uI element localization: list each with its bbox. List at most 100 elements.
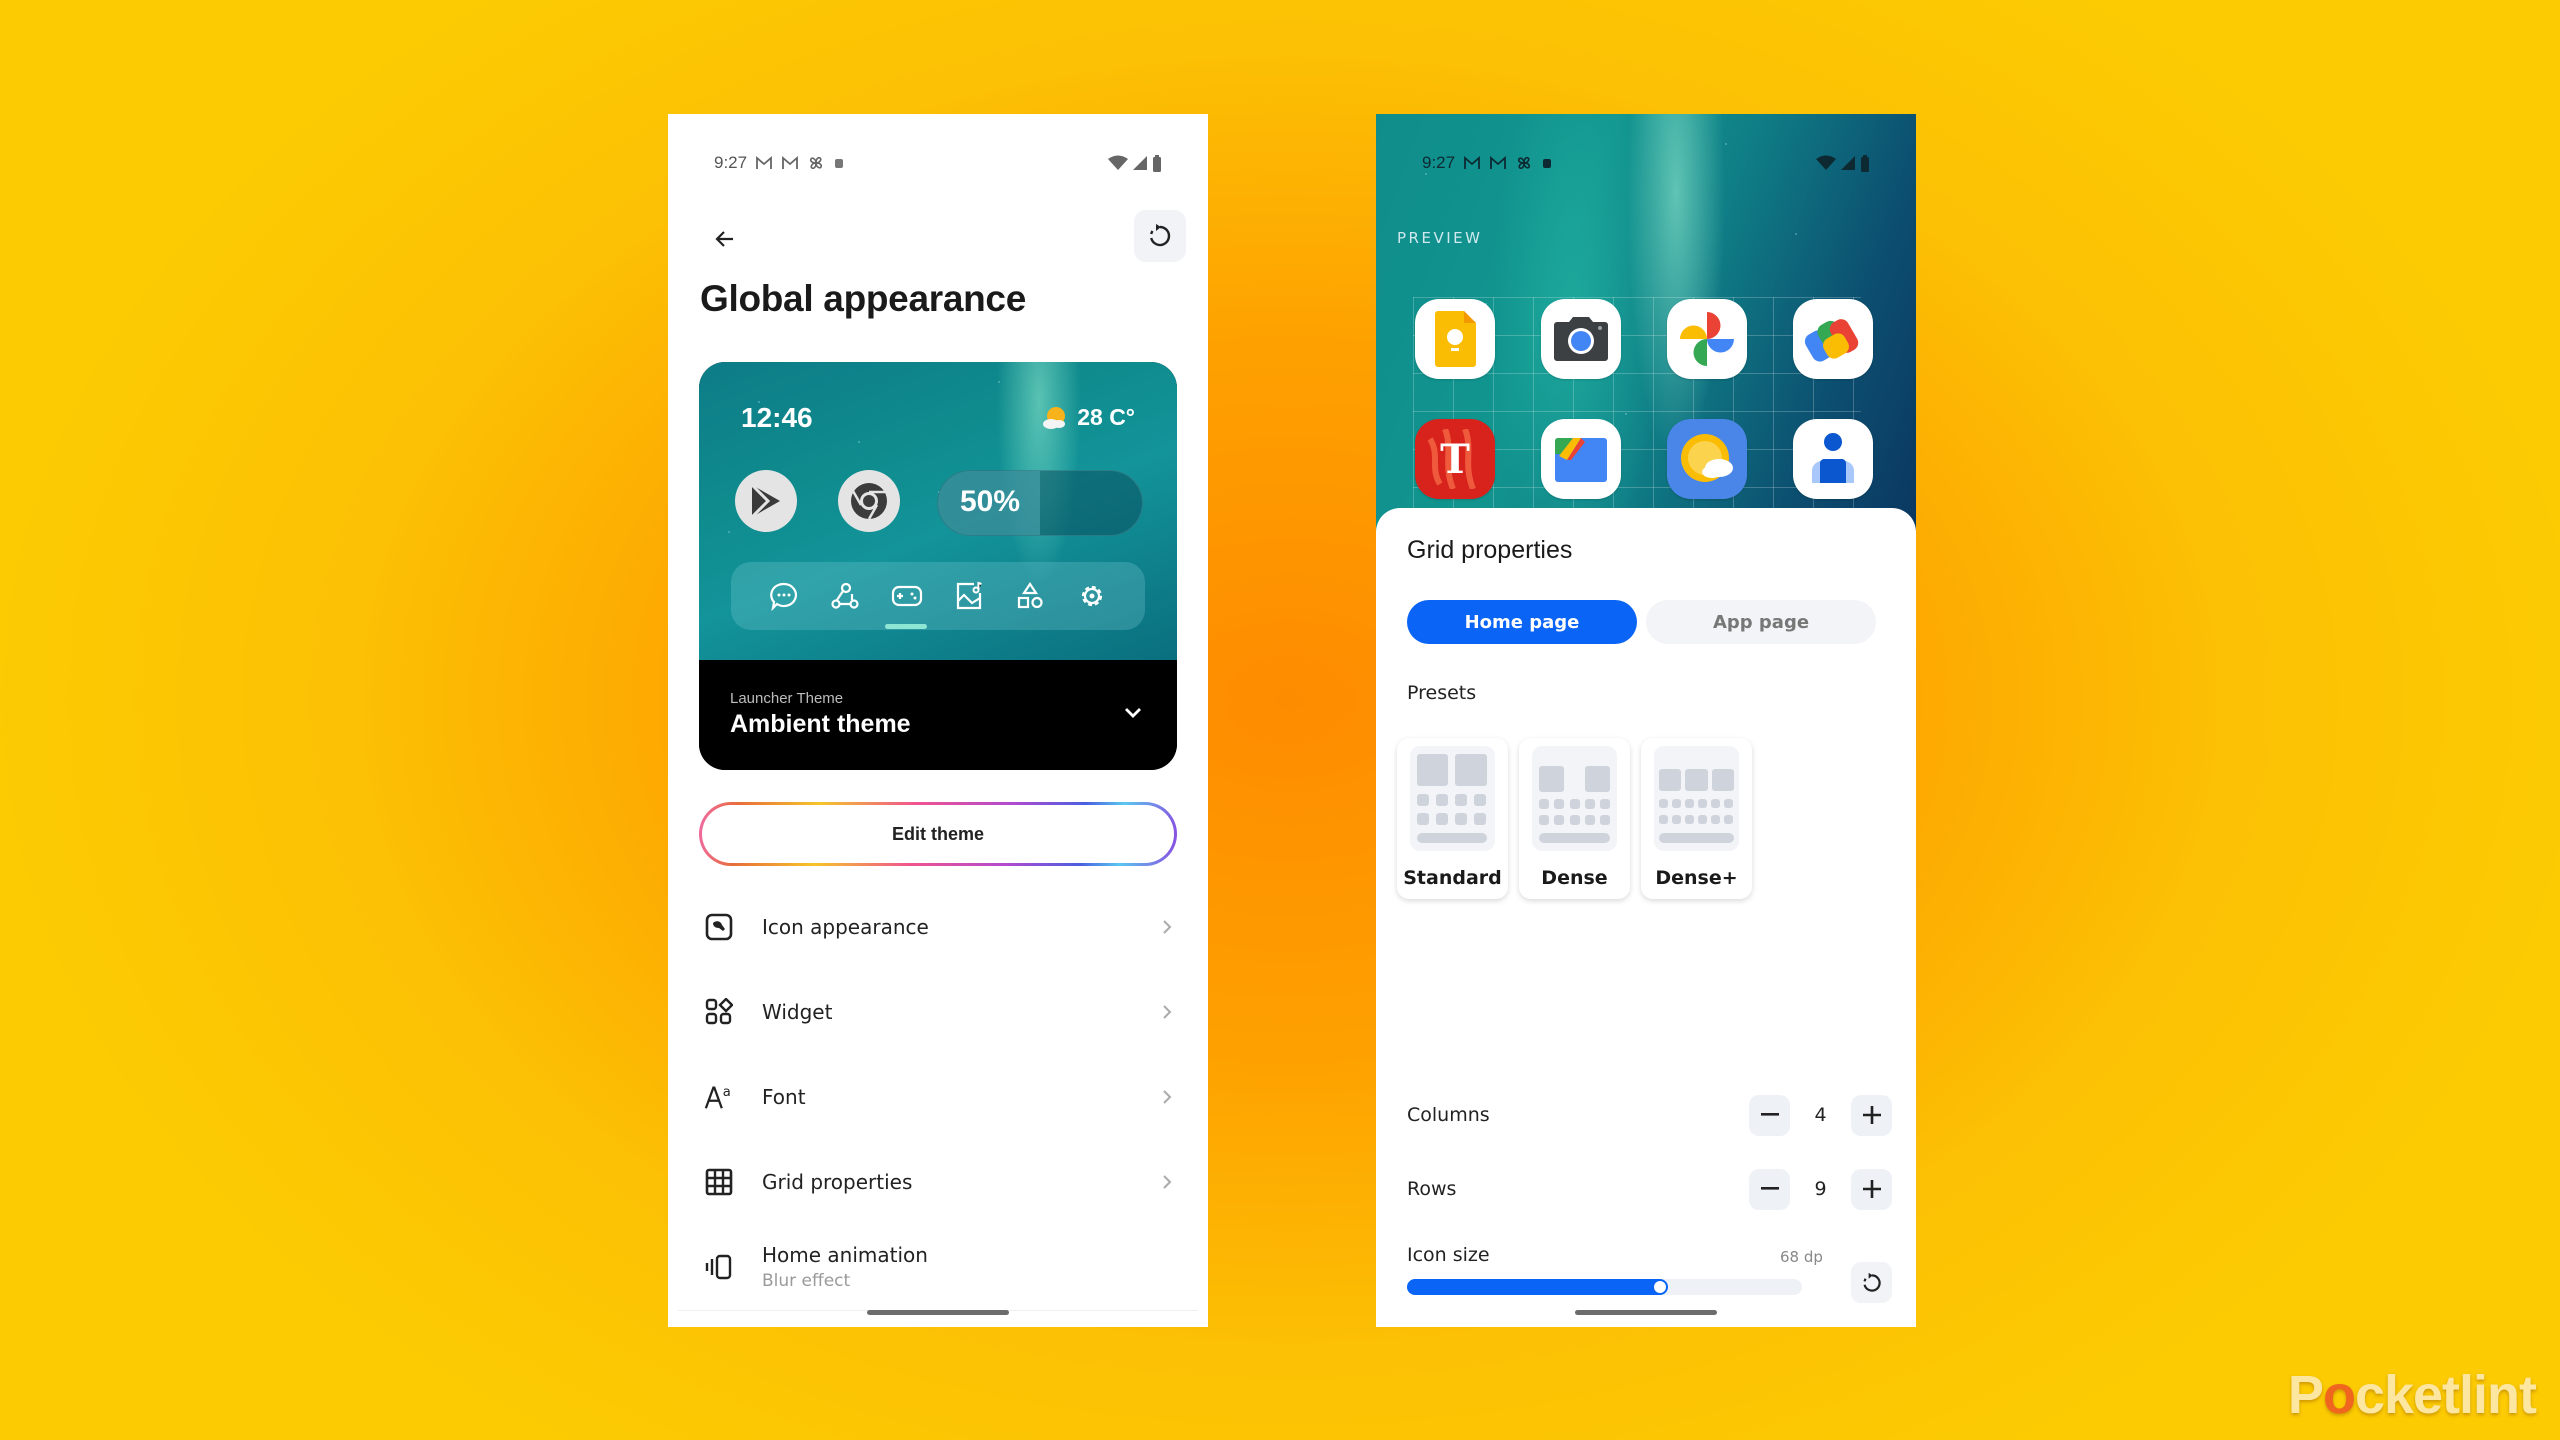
tab-app-page[interactable]: App page [1646, 600, 1876, 644]
svg-text:T: T [1440, 436, 1470, 483]
gamepad-icon [892, 585, 923, 607]
play-store-app[interactable] [735, 470, 797, 532]
svg-text:a: a [723, 1085, 731, 1100]
launcher-theme-value: Ambient theme [730, 710, 911, 738]
play-store-icon [750, 483, 780, 519]
battery-widget: 50% [937, 470, 1143, 536]
files-icon [1555, 438, 1607, 482]
app-weather[interactable] [1667, 419, 1747, 499]
minus-icon [1760, 1187, 1779, 1190]
watermark-suffix: cketlint [2354, 1365, 2537, 1425]
wifi-icon [1108, 155, 1128, 170]
dock-active-indicator [885, 624, 927, 629]
preview-weather: 28 C° [1041, 404, 1135, 431]
camera-icon [1554, 317, 1608, 361]
theme-preview: 12:46 28 C° 50% [699, 362, 1177, 660]
gmail-icon [1490, 156, 1506, 169]
presets-label: Presets [1407, 682, 1477, 704]
wallet-icon [1804, 319, 1859, 362]
slider-fill [1407, 1279, 1668, 1295]
dock-gallery[interactable] [951, 578, 987, 614]
chrome-icon [851, 483, 887, 520]
chevron-right-icon [1163, 919, 1172, 934]
edit-theme-button[interactable]: Edit theme [699, 802, 1177, 866]
rows-row: Rows 9 [1407, 1167, 1892, 1211]
connections-icon [831, 582, 860, 609]
chevron-down-icon [1125, 708, 1141, 718]
chat-icon [769, 582, 797, 611]
status-bar: 9:27 [714, 146, 1162, 180]
launcher-theme-dropdown[interactable]: Launcher Theme Ambient theme [699, 660, 1177, 770]
menu-item-label: Icon appearance [762, 914, 929, 939]
preview-clock: 12:46 [741, 402, 813, 433]
font-icon: a [704, 1085, 731, 1109]
menu-item-widget[interactable]: Widget [668, 969, 1208, 1054]
icon-size-slider[interactable] [1407, 1279, 1802, 1295]
columns-label: Columns [1407, 1104, 1490, 1126]
menu-item-home-animation[interactable]: Home animation Blur effect [668, 1224, 1208, 1309]
app-contacts[interactable] [1793, 419, 1873, 499]
home-indicator[interactable] [867, 1310, 1009, 1315]
battery-icon [1153, 154, 1161, 172]
app-wallet[interactable] [1793, 299, 1873, 379]
preset-thumbnail [1410, 746, 1495, 851]
preset-dense-plus[interactable]: Dense+ [1641, 738, 1752, 899]
menu-item-label: Widget [762, 999, 833, 1024]
columns-value: 4 [1814, 1104, 1827, 1126]
chevron-right-icon [1163, 1089, 1172, 1104]
widget-icon [705, 997, 733, 1024]
left-phone-screen: 9:27 Global appearance 12:46 28 C° 50% L… [668, 114, 1208, 1327]
preset-standard[interactable]: Standard [1397, 738, 1508, 899]
menu-item-font[interactable]: a Font [668, 1054, 1208, 1139]
icon-size-reset-button[interactable] [1851, 1262, 1892, 1303]
nytimes-icon: T [1427, 429, 1476, 489]
keep-icon [1435, 311, 1476, 367]
battery-label: 50% [960, 485, 1021, 518]
status-time: 9:27 [1422, 153, 1456, 172]
wifi-icon [1816, 155, 1836, 170]
photos-icon [1680, 312, 1734, 366]
page-title: Global appearance [700, 278, 1026, 319]
settings-menu: Icon appearance Widget a Font Grid prope… [668, 884, 1208, 1309]
app-photos[interactable] [1667, 299, 1747, 379]
preset-dense[interactable]: Dense [1519, 738, 1630, 899]
rows-increment-button[interactable] [1851, 1168, 1892, 1210]
menu-item-grid-properties[interactable]: Grid properties [668, 1139, 1208, 1224]
rows-label: Rows [1407, 1178, 1457, 1200]
slider-thumb[interactable] [1653, 1281, 1666, 1293]
columns-row: Columns 4 [1407, 1093, 1892, 1137]
gmail-icon [782, 156, 798, 169]
preset-thumbnail [1654, 746, 1739, 851]
columns-decrement-button[interactable] [1749, 1094, 1790, 1136]
dock-games[interactable] [889, 578, 925, 614]
dock-connections[interactable] [827, 578, 863, 614]
arrow-left-icon [715, 231, 733, 247]
app-nytimes[interactable]: T [1415, 419, 1495, 499]
icon-size-value: 68 dp [1780, 1248, 1823, 1266]
pinwheel-icon [810, 156, 823, 170]
columns-increment-button[interactable] [1851, 1094, 1892, 1136]
app-camera[interactable] [1541, 299, 1621, 379]
dock-chat[interactable] [766, 578, 802, 614]
menu-item-label: Grid properties [762, 1169, 913, 1194]
reset-button[interactable] [1134, 210, 1186, 262]
rows-decrement-button[interactable] [1749, 1168, 1790, 1210]
app-keep[interactable] [1415, 299, 1495, 379]
chrome-app[interactable] [838, 470, 900, 532]
rows-stepper: 9 [1749, 1168, 1892, 1210]
home-indicator[interactable] [1575, 1310, 1717, 1315]
tab-home-page[interactable]: Home page [1407, 600, 1637, 644]
dock-settings[interactable] [1074, 578, 1110, 614]
reset-icon [1862, 1272, 1881, 1292]
menu-item-icon-appearance[interactable]: Icon appearance [668, 884, 1208, 969]
chevron-right-icon [1163, 1004, 1172, 1019]
menu-item-label: Home animation [762, 1242, 928, 1267]
partly-cloudy-icon [1043, 406, 1066, 429]
app-files[interactable] [1541, 419, 1621, 499]
back-button[interactable] [700, 214, 750, 264]
home-animation-icon [705, 1254, 732, 1279]
dock-shapes[interactable] [1012, 578, 1048, 614]
sheet-title: Grid properties [1407, 536, 1573, 564]
theme-preview-card: 12:46 28 C° 50% Launcher Theme Ambient t… [699, 362, 1177, 770]
shapes-icon [1018, 582, 1044, 609]
